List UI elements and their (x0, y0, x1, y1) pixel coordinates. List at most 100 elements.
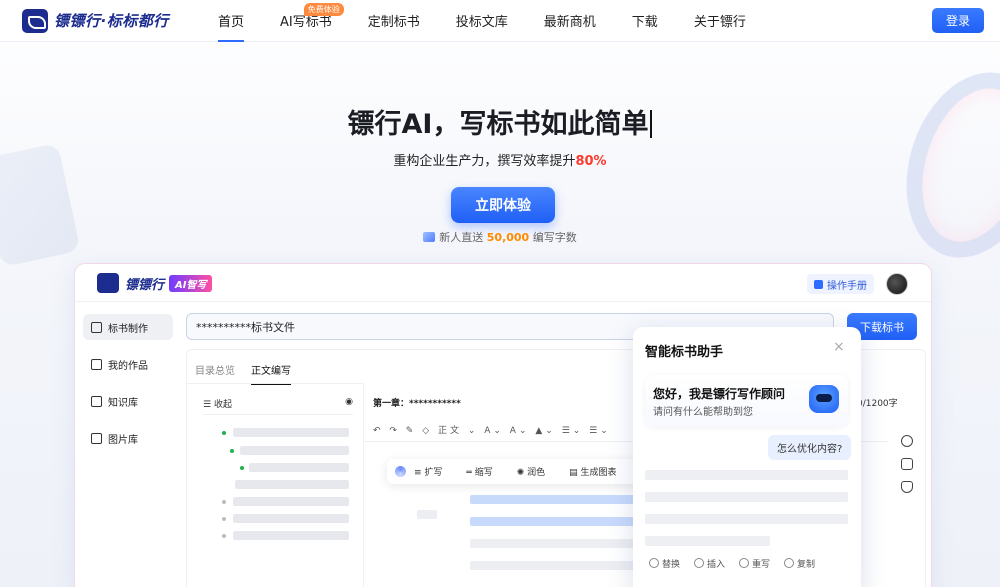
generate-chart-button[interactable]: ▤ 生成图表 ⌄ (569, 465, 639, 478)
image-icon (91, 432, 102, 444)
assistant-greeting: 您好，我是镖行写作顾问 请问有什么能帮助到您 (645, 375, 848, 427)
try-now-button[interactable]: 立即体验 (451, 187, 555, 223)
subtitle-text: 重构企业生产力，撰写效率提升 (393, 154, 576, 169)
nav-download[interactable]: 下载 (614, 0, 676, 42)
status-dot (222, 431, 226, 435)
folder-icon (91, 395, 102, 407)
status-dot (222, 500, 226, 504)
promo-number: 50,000 (486, 231, 530, 244)
collapse-toggle[interactable]: ☰ 收起 (203, 397, 232, 410)
outline-item[interactable] (233, 514, 349, 523)
response-line (645, 492, 848, 502)
pane-divider (363, 383, 364, 587)
copy-button[interactable]: 复制 (784, 557, 815, 570)
nav-custom-bid[interactable]: 定制标书 (350, 0, 438, 42)
polish-button[interactable]: ✺ 润色 (517, 465, 557, 478)
response-line (645, 470, 848, 480)
book-icon (91, 358, 102, 370)
nav-ai-write[interactable]: AI写标书 免费体验 (262, 0, 350, 42)
app-logo-text: 镖镖行 (125, 277, 165, 293)
expand-button[interactable]: ≡ 扩写 (414, 465, 454, 478)
pen-icon (91, 321, 102, 333)
app-logo-icon (97, 273, 119, 293)
outline-item[interactable] (233, 497, 349, 506)
response-line (645, 514, 848, 524)
sidebar-item-knowledge[interactable]: 知识库 (83, 388, 173, 414)
manual-button[interactable]: 操作手册 (807, 274, 874, 294)
selected-text-line (470, 517, 635, 526)
avatar[interactable] (886, 273, 908, 295)
tool-label: 润色 (527, 468, 546, 478)
text-line (417, 510, 437, 519)
image-icon[interactable] (901, 458, 913, 470)
nav-about[interactable]: 关于镖行 (676, 0, 764, 42)
promo-prefix: 新人直送 (439, 231, 487, 244)
app-logo: 镖镖行 AI智写 (97, 273, 213, 293)
nav-label: 首页 (218, 15, 245, 30)
app-sidebar: 标书制作 我的作品 知识库 图片库 (83, 314, 173, 462)
robot-icon (809, 385, 839, 413)
greeting-text: 您好，我是镖行写作顾问 (653, 387, 786, 401)
text-line (470, 539, 635, 548)
response-actions: 替换 插入 重写 复制 (649, 557, 829, 570)
insert-button[interactable]: 插入 (694, 557, 725, 570)
outline-item[interactable] (249, 463, 349, 472)
ai-orb-icon (395, 466, 406, 477)
close-icon[interactable]: × (833, 339, 845, 355)
shield-icon[interactable] (901, 481, 913, 493)
nav-opportunities[interactable]: 最新商机 (526, 0, 614, 42)
chapter-title: 第一章：*********** (373, 399, 461, 409)
manual-icon (814, 279, 823, 289)
text-line (470, 561, 635, 570)
main-nav: 首页 AI写标书 免费体验 定制标书 投标文库 最新商机 下载 关于镖行 (200, 0, 764, 42)
outline-divider (203, 414, 353, 415)
tab-body-writing[interactable]: 正文编写 (251, 362, 291, 385)
replace-button[interactable]: 替换 (649, 557, 680, 570)
ai-badge: AI智写 (169, 274, 213, 292)
nav-label: 定制标书 (367, 15, 420, 30)
tool-label: 扩写 (424, 468, 443, 478)
hero-subtitle: 重构企业生产力，撰写效率提升80% (0, 150, 1000, 169)
tabs-divider (187, 383, 363, 384)
greeting-subtext: 请问有什么能帮助到您 (653, 407, 753, 418)
site-logo[interactable]: 镖镖行·标标都行 (22, 8, 192, 33)
free-trial-badge: 免费体验 (303, 2, 344, 16)
rewrite-button[interactable]: 重写 (739, 557, 770, 570)
status-dot (222, 534, 226, 538)
shorten-button[interactable]: ═ 缩写 (466, 465, 504, 478)
nav-bid-library[interactable]: 投标文库 (438, 0, 526, 42)
sidebar-item-images[interactable]: 图片库 (83, 425, 173, 451)
format-toolbar[interactable]: ↶ ↷ ✎ ◇ 正文 ⌄ A⌄ A⌄ ▲⌄ ☰⌄ ☰⌄ (373, 423, 611, 436)
globe-icon[interactable] (901, 435, 913, 447)
outline-item[interactable] (233, 531, 349, 540)
nav-home[interactable]: 首页 (200, 0, 262, 42)
ai-assistant-panel: 智能标书助手 × 您好，我是镖行写作顾问 请问有什么能帮助到您 怎么优化内容? … (633, 327, 861, 587)
tab-outline-overview[interactable]: 目录总览 (195, 362, 235, 385)
logo-text: 镖镖行·标标都行 (54, 12, 169, 30)
nav-label: 下载 (631, 15, 658, 30)
word-count: 0/1200字 (857, 399, 898, 409)
outline-item[interactable] (240, 446, 349, 455)
nav-label: 投标文库 (455, 15, 508, 30)
promo-suffix: 编写字数 (529, 231, 577, 244)
sidebar-label: 知识库 (108, 397, 138, 409)
outline-item[interactable] (235, 480, 349, 489)
promo-line: 新人直送 50,000 编写字数 (0, 229, 1000, 245)
app-header: 镖镖行 AI智写 操作手册 (75, 264, 931, 302)
outline-item[interactable] (233, 428, 349, 437)
target-icon[interactable]: ◉ (345, 397, 353, 410)
sidebar-item-bid-making[interactable]: 标书制作 (83, 314, 173, 340)
sidebar-item-my-works[interactable]: 我的作品 (83, 351, 173, 377)
right-toolbar (889, 425, 925, 504)
assistant-title: 智能标书助手 (645, 345, 724, 360)
selected-text-line (470, 495, 635, 504)
status-dot (230, 449, 234, 453)
status-dot (222, 517, 226, 521)
top-nav-bar: 镖镖行·标标都行 首页 AI写标书 免费体验 定制标书 投标文库 最新商机 下载 … (0, 0, 1000, 42)
tool-label: 缩写 (474, 468, 493, 478)
nav-label: 最新商机 (543, 15, 596, 30)
nav-label: 关于镖行 (693, 15, 746, 30)
sidebar-label: 标书制作 (108, 323, 148, 335)
status-dot (240, 466, 244, 470)
login-button[interactable]: 登录 (932, 8, 984, 33)
